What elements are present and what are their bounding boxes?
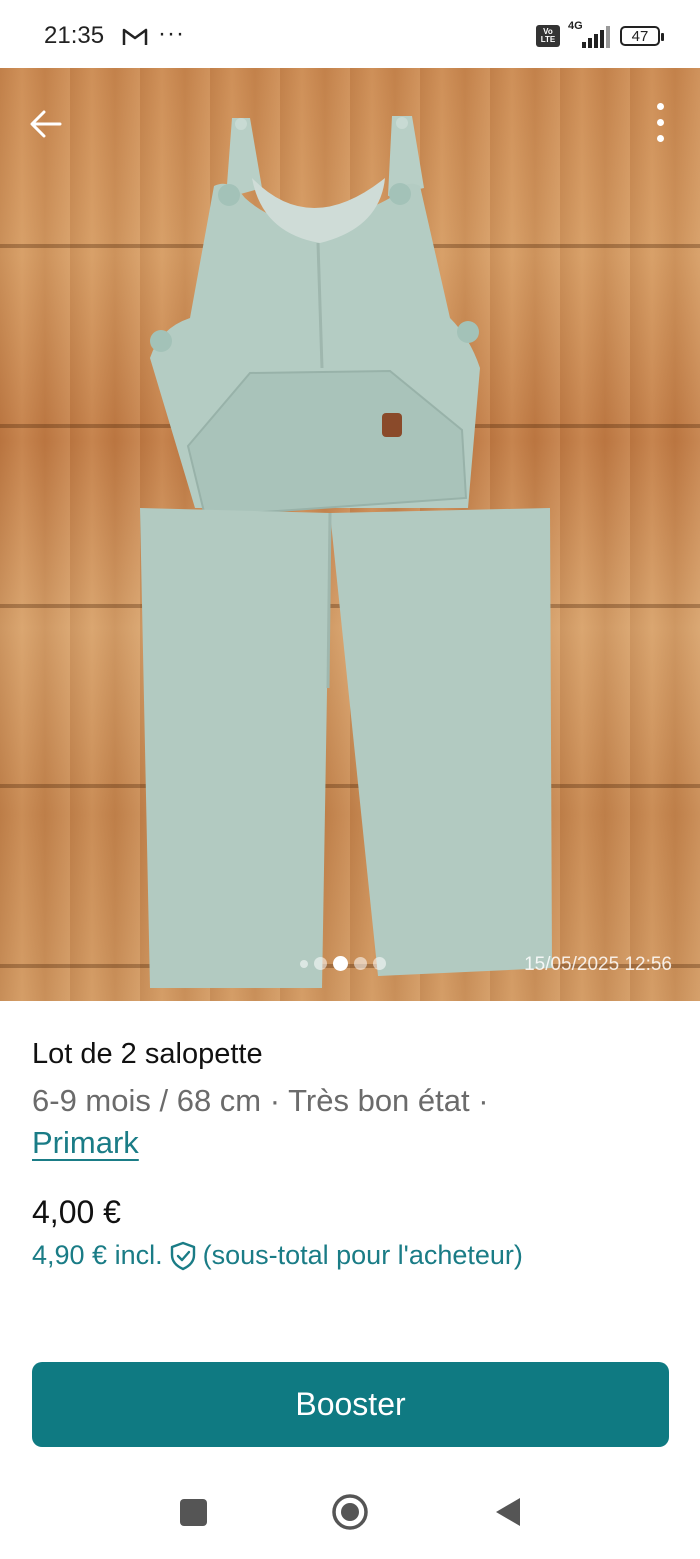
overalls-image <box>140 116 552 988</box>
shield-check-icon <box>170 1241 195 1270</box>
carousel-dot[interactable] <box>354 957 367 970</box>
brand-link[interactable]: Primark <box>32 1125 139 1160</box>
recent-apps-icon[interactable] <box>180 1499 207 1526</box>
buyer-price[interactable]: 4,90 € incl. (sous-total pour l'acheteur… <box>32 1240 523 1271</box>
carousel-indicators <box>300 956 386 971</box>
buyer-price-note: (sous-total pour l'acheteur) <box>202 1240 523 1270</box>
signal-icon: 4G <box>568 20 612 48</box>
photo-timestamp: 15/05/2025 12:56 <box>524 954 672 975</box>
more-options-button[interactable] <box>650 98 670 146</box>
arrow-left-icon <box>30 110 62 138</box>
product-photo[interactable]: 15/05/2025 12:56 <box>0 68 700 1001</box>
carousel-dot[interactable] <box>314 957 327 970</box>
listing-details: 6-9 mois / 68 cm · Très bon état · Prima… <box>32 1080 672 1164</box>
price: 4,00 € <box>32 1194 121 1230</box>
volte-icon: Vo LTE <box>536 25 560 47</box>
listing-title: Lot de 2 salopette <box>32 1038 263 1070</box>
dot <box>656 118 664 126</box>
status-time: 21:35 <box>44 22 105 49</box>
dot <box>656 134 664 142</box>
back-triangle-icon[interactable] <box>494 1496 522 1528</box>
battery-level: 47 <box>631 27 649 45</box>
carousel-dot-active[interactable] <box>333 956 348 971</box>
size-condition: 6-9 mois / 68 cm · Très bon état · <box>32 1083 489 1118</box>
status-bar: 21:35 ··· Vo LTE 4G 47 <box>0 0 700 68</box>
booster-button[interactable]: Booster <box>32 1362 669 1447</box>
home-icon[interactable] <box>331 1493 369 1531</box>
gmail-icon <box>122 28 148 45</box>
buyer-price-amount: 4,90 € incl. <box>32 1240 163 1270</box>
system-nav-bar <box>0 1470 700 1559</box>
status-icons: Vo LTE 4G 47 <box>536 20 664 48</box>
dot <box>656 102 664 110</box>
more-notifications-icon: ··· <box>158 20 185 47</box>
battery-icon: 47 <box>620 26 664 46</box>
carousel-dot[interactable] <box>300 959 308 968</box>
back-button[interactable] <box>26 104 66 144</box>
carousel-dot[interactable] <box>373 957 386 970</box>
